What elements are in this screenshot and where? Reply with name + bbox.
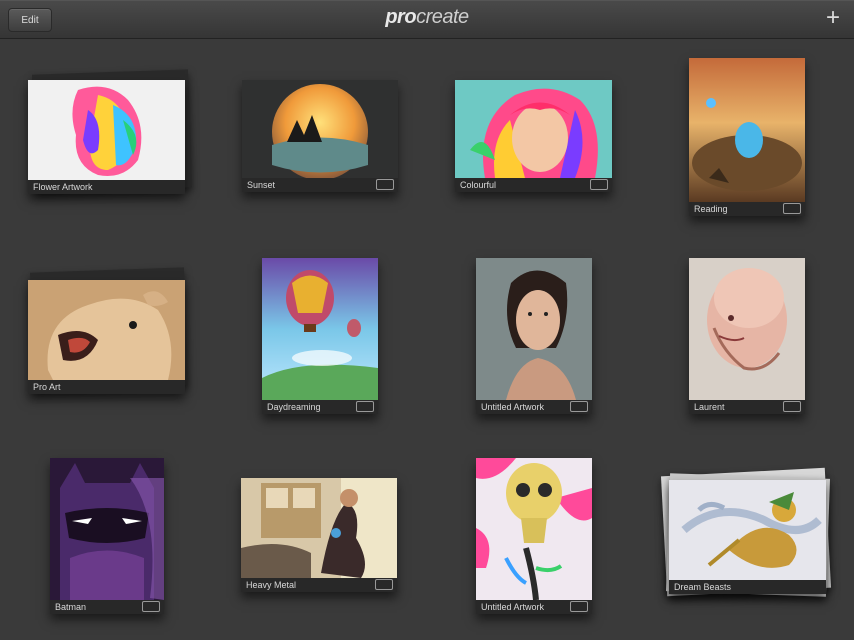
artwork-card-10[interactable]: Heavy Metal bbox=[241, 478, 397, 592]
artwork-thumbnail bbox=[689, 58, 805, 202]
layers-icon bbox=[783, 203, 801, 214]
artwork-title: Untitled Artwork bbox=[476, 600, 592, 614]
artwork-thumbnail bbox=[669, 480, 826, 580]
artwork-title: Colourful bbox=[455, 178, 612, 192]
procreate-logo: procreate bbox=[0, 6, 854, 29]
artwork-title: Sunset bbox=[242, 178, 398, 192]
artwork-title: Batman bbox=[50, 600, 164, 614]
layers-icon bbox=[783, 401, 801, 412]
artwork-title-text: Colourful bbox=[460, 180, 497, 190]
artwork-thumbnail bbox=[455, 80, 612, 178]
artwork-title: Heavy Metal bbox=[241, 578, 397, 592]
artwork-card-9[interactable]: Batman bbox=[50, 458, 164, 614]
layers-icon bbox=[570, 401, 588, 412]
layers-icon bbox=[590, 179, 608, 190]
artwork-thumbnail bbox=[689, 258, 805, 400]
artwork-thumbnail bbox=[262, 258, 378, 400]
logo-create-text: create bbox=[416, 6, 469, 28]
artwork-card-6[interactable]: Daydreaming bbox=[262, 258, 378, 414]
artwork-card-8[interactable]: Laurent bbox=[689, 258, 805, 414]
artwork-card-4[interactable]: Reading bbox=[689, 58, 805, 216]
artwork-thumbnail bbox=[476, 258, 592, 400]
artwork-card-11[interactable]: Untitled Artwork bbox=[476, 458, 592, 614]
layers-icon bbox=[376, 179, 394, 190]
artwork-card-7[interactable]: Untitled Artwork bbox=[476, 258, 592, 414]
artwork-thumbnail bbox=[476, 458, 592, 600]
artwork-title: Flower Artwork bbox=[28, 180, 185, 194]
artwork-title-text: Heavy Metal bbox=[246, 580, 297, 590]
artwork-card-12[interactable]: Dream Beasts bbox=[669, 480, 826, 594]
artwork-title-text: Reading bbox=[694, 204, 728, 214]
artwork-title: Daydreaming bbox=[262, 400, 378, 414]
artwork-card-2[interactable]: Sunset bbox=[242, 80, 398, 192]
artwork-title-text: Untitled Artwork bbox=[481, 602, 545, 612]
artwork-title: Pro Art bbox=[28, 380, 185, 394]
top-toolbar: Edit procreate + bbox=[0, 0, 854, 39]
artwork-title: Untitled Artwork bbox=[476, 400, 592, 414]
artwork-title-text: Untitled Artwork bbox=[481, 402, 545, 412]
artwork-title: Reading bbox=[689, 202, 805, 216]
layers-icon bbox=[375, 579, 393, 590]
layers-icon bbox=[142, 601, 160, 612]
artwork-title: Dream Beasts bbox=[669, 580, 826, 594]
artwork-thumbnail bbox=[241, 478, 397, 578]
artwork-title-text: Daydreaming bbox=[267, 402, 321, 412]
artwork-title-text: Sunset bbox=[247, 180, 276, 190]
artwork-title: Laurent bbox=[689, 400, 805, 414]
artwork-card-5[interactable]: Pro Art bbox=[28, 280, 185, 394]
logo-pro-text: pro bbox=[385, 6, 417, 28]
artwork-thumbnail bbox=[50, 458, 164, 600]
artwork-thumbnail bbox=[28, 80, 185, 180]
artwork-title-text: Batman bbox=[55, 602, 87, 612]
artwork-thumbnail bbox=[28, 280, 185, 380]
artwork-card-3[interactable]: Colourful bbox=[455, 80, 612, 192]
artwork-thumbnail bbox=[242, 80, 398, 178]
layers-icon bbox=[570, 601, 588, 612]
artwork-title-text: Laurent bbox=[694, 402, 725, 412]
plus-icon[interactable]: + bbox=[826, 6, 840, 30]
artwork-card-1[interactable]: Flower Artwork bbox=[28, 80, 185, 194]
layers-icon bbox=[356, 401, 374, 412]
